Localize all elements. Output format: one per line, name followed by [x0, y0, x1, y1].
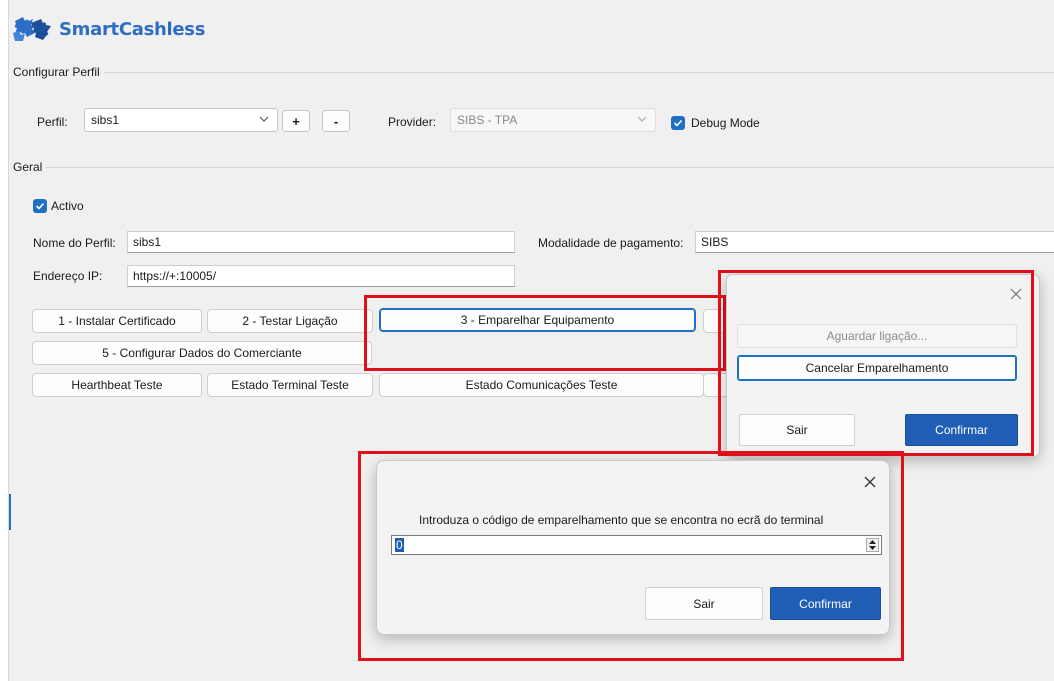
geral-group: [13, 167, 1054, 168]
code-sair-button[interactable]: Sair: [645, 587, 763, 620]
endereco-ip-label: Endereço IP:: [33, 269, 103, 283]
testar-ligacao-button[interactable]: 2 - Testar Ligação: [207, 309, 373, 333]
chevron-down-icon: [259, 116, 269, 122]
numeric-spinner[interactable]: [866, 538, 879, 552]
provider-combobox-value: SIBS - TPA: [457, 113, 518, 127]
spin-down-icon[interactable]: [867, 545, 878, 551]
pairing-dialog: Aguardar ligação... Cancelar Emparelhame…: [726, 274, 1040, 457]
close-icon[interactable]: [863, 475, 877, 489]
provider-combobox[interactable]: SIBS - TPA: [450, 108, 656, 132]
app-window: SmartCashless Configurar Perfil Perfil: …: [0, 0, 1054, 681]
code-prompt-text: Introduza o código de emparelhamento que…: [419, 513, 824, 527]
close-icon[interactable]: [1009, 287, 1023, 301]
add-perfil-button[interactable]: +: [282, 110, 310, 132]
activo-label: Activo: [51, 199, 84, 213]
debug-mode-checkbox[interactable]: [671, 116, 685, 130]
code-confirmar-button[interactable]: Confirmar: [770, 587, 881, 620]
perfil-label: Perfil:: [37, 115, 68, 129]
puzzle-logo-icon: [11, 13, 53, 46]
aguardar-ligacao-button[interactable]: Aguardar ligação...: [737, 324, 1017, 348]
modalidade-input[interactable]: SIBS: [695, 231, 1054, 253]
nome-perfil-value: sibs1: [133, 235, 162, 249]
nome-perfil-label: Nome do Perfil:: [33, 236, 116, 250]
chevron-down-icon: [637, 116, 647, 122]
checkmark-icon: [35, 202, 45, 210]
perfil-combobox[interactable]: sibs1: [84, 108, 278, 132]
modalidade-value: SIBS: [701, 235, 729, 249]
pairing-code-value: 0: [395, 538, 404, 552]
heartbeat-teste-button[interactable]: Hearthbeat Teste: [32, 373, 202, 397]
modalidade-label: Modalidade de pagamento:: [538, 236, 684, 250]
configurar-perfil-title: Configurar Perfil: [13, 65, 104, 79]
estado-comunicacoes-teste-button[interactable]: Estado Comunicações Teste: [379, 373, 704, 397]
geral-title: Geral: [13, 160, 47, 174]
configurar-comerciante-button[interactable]: 5 - Configurar Dados do Comerciante: [32, 341, 372, 365]
focus-indicator: [9, 494, 11, 530]
remove-perfil-button[interactable]: -: [322, 110, 350, 132]
instalar-certificado-button[interactable]: 1 - Instalar Certificado: [32, 309, 202, 333]
pairing-code-input[interactable]: 0: [391, 535, 882, 555]
nome-perfil-input[interactable]: sibs1: [127, 231, 515, 253]
app-title: SmartCashless: [59, 18, 206, 40]
pairing-confirmar-button[interactable]: Confirmar: [905, 414, 1018, 446]
pairing-sair-button[interactable]: Sair: [739, 414, 855, 446]
configurar-perfil-group: [13, 72, 1054, 73]
perfil-combobox-value: sibs1: [91, 113, 120, 127]
cancelar-emparelhamento-button[interactable]: Cancelar Emparelhamento: [737, 355, 1017, 381]
endereco-ip-value: https://+:10005/: [133, 269, 217, 283]
app-header: SmartCashless: [11, 12, 205, 46]
activo-checkbox[interactable]: [33, 199, 47, 213]
endereco-ip-input[interactable]: https://+:10005/: [127, 265, 515, 287]
debug-mode-label: Debug Mode: [691, 116, 760, 130]
estado-terminal-teste-button[interactable]: Estado Terminal Teste: [207, 373, 373, 397]
provider-label: Provider:: [388, 115, 437, 129]
code-entry-dialog: Introduza o código de emparelhamento que…: [376, 460, 890, 635]
checkmark-icon: [673, 119, 683, 127]
emparelhar-equipamento-button[interactable]: 3 - Emparelhar Equipamento: [379, 308, 696, 332]
